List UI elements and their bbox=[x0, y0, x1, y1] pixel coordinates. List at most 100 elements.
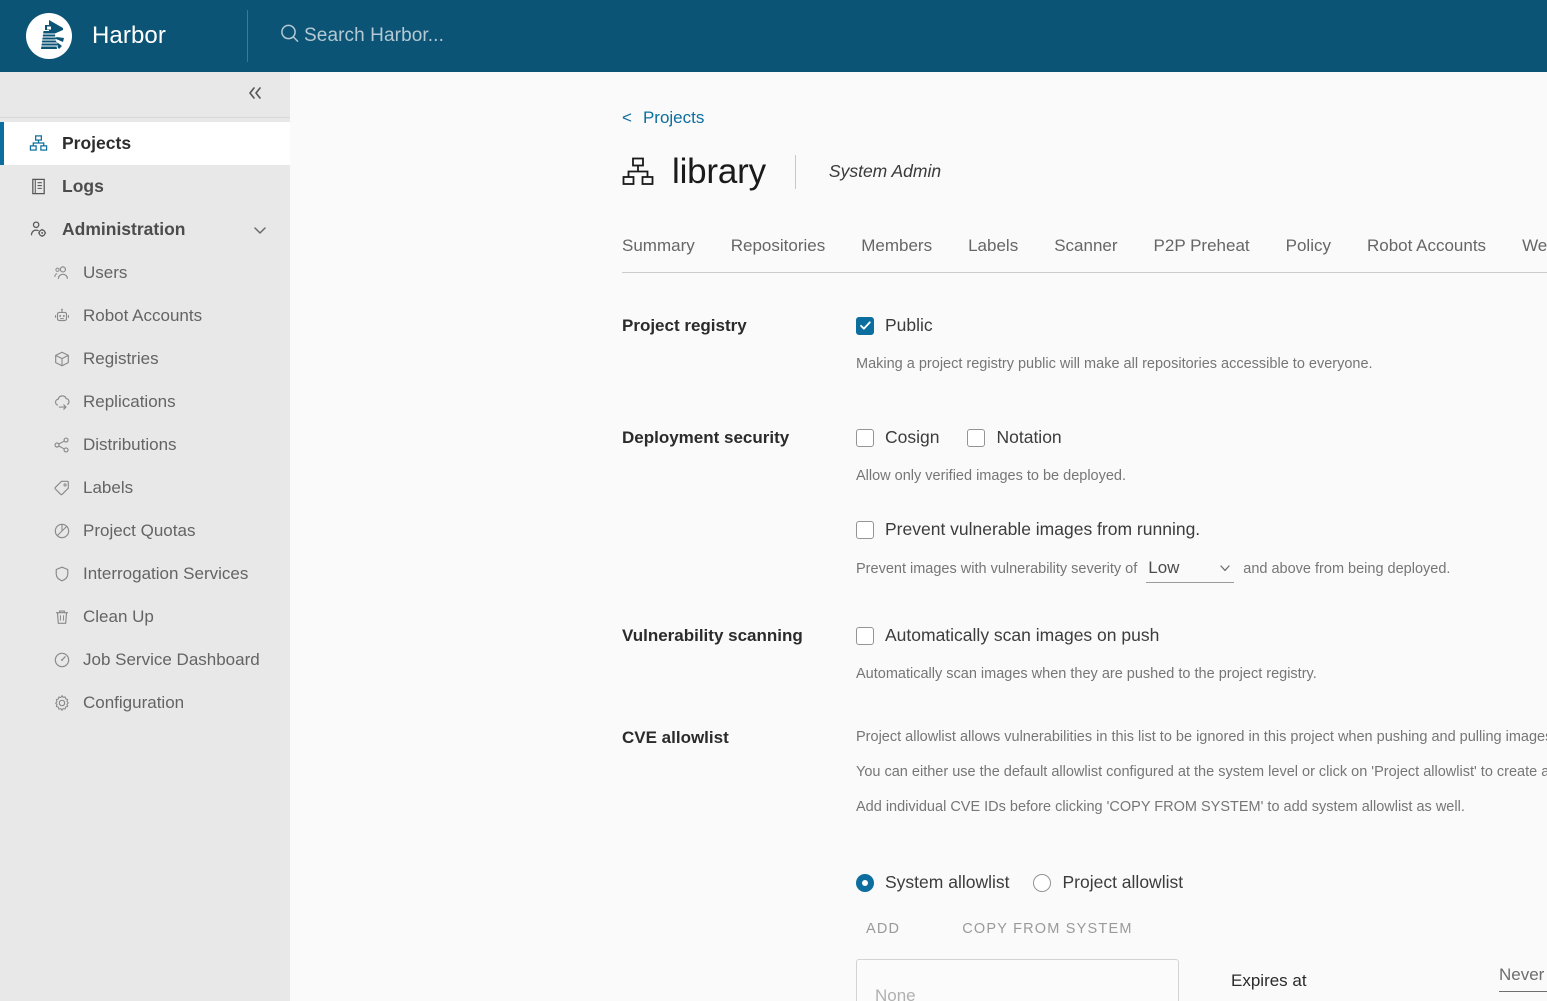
project-allowlist-radio-row[interactable]: Project allowlist bbox=[1033, 872, 1183, 893]
sidebar-item-job-service-dashboard[interactable]: Job Service Dashboard bbox=[0, 638, 290, 681]
sidebar-nav: Projects Logs bbox=[0, 118, 290, 724]
form-row-deployment-security: Deployment security Cosign Notation Allo… bbox=[622, 427, 1547, 583]
project-allowlist-label: Project allowlist bbox=[1062, 872, 1183, 893]
add-button[interactable]: ADD bbox=[856, 915, 910, 943]
sidebar-item-label: Configuration bbox=[83, 693, 184, 713]
projects-icon bbox=[28, 134, 48, 154]
app-header: Harbor Search Harbor... bbox=[0, 0, 1547, 72]
project-registry-label: Project registry bbox=[622, 315, 856, 375]
signature-checkbox-group: Cosign Notation bbox=[856, 427, 1547, 448]
severity-prefix-text: Prevent images with vulnerability severi… bbox=[856, 561, 1137, 577]
breadcrumb[interactable]: < Projects bbox=[290, 72, 704, 128]
trash-icon bbox=[52, 607, 71, 627]
cosign-checkbox-row[interactable]: Cosign bbox=[856, 427, 939, 448]
sidebar-item-label: Projects bbox=[62, 133, 131, 154]
severity-select[interactable]: Low bbox=[1146, 558, 1234, 583]
sidebar-item-replications[interactable]: Replications bbox=[0, 380, 290, 423]
public-checkbox-label: Public bbox=[885, 315, 933, 336]
auto-scan-checkbox[interactable] bbox=[856, 627, 874, 645]
notation-checkbox-row[interactable]: Notation bbox=[967, 427, 1061, 448]
allowlist-textarea[interactable]: None bbox=[856, 959, 1179, 1001]
sidebar-collapse-row bbox=[0, 72, 290, 118]
header-divider bbox=[247, 10, 248, 62]
breadcrumb-label: Projects bbox=[643, 108, 704, 128]
severity-suffix-text: and above from being deployed. bbox=[1243, 561, 1450, 577]
system-allowlist-label: System allowlist bbox=[885, 872, 1009, 893]
sidebar-item-label: Users bbox=[83, 263, 127, 283]
system-allowlist-radio[interactable] bbox=[856, 874, 874, 892]
sidebar-item-registries[interactable]: Registries bbox=[0, 337, 290, 380]
expires-column: Never expires Never expires bbox=[1499, 959, 1547, 1001]
configuration-form: Project registry Public Making a project… bbox=[290, 273, 1547, 1001]
severity-select-value: Low bbox=[1148, 558, 1179, 578]
sidebar-item-clean-up[interactable]: Clean Up bbox=[0, 595, 290, 638]
gauge-icon bbox=[52, 650, 71, 670]
allowlist-source-radios: System allowlist Project allowlist bbox=[856, 872, 1547, 893]
prevent-vulnerable-row[interactable]: Prevent vulnerable images from running. bbox=[856, 519, 1547, 540]
copy-from-system-button[interactable]: COPY FROM SYSTEM bbox=[952, 915, 1142, 943]
auto-scan-label: Automatically scan images on push bbox=[885, 625, 1159, 646]
project-allowlist-radio[interactable] bbox=[1033, 874, 1051, 892]
tab-labels[interactable]: Labels bbox=[968, 236, 1018, 273]
vulnerability-scanning-label: Vulnerability scanning bbox=[622, 625, 856, 685]
sidebar-item-robot-accounts[interactable]: Robot Accounts bbox=[0, 294, 290, 337]
allowlist-actions: ADD COPY FROM SYSTEM bbox=[856, 915, 1547, 943]
tab-policy[interactable]: Policy bbox=[1286, 236, 1331, 273]
vulnerability-scanning-hint: Automatically scan images when they are … bbox=[856, 664, 1547, 685]
project-hierarchy-icon bbox=[622, 156, 654, 188]
users-icon bbox=[52, 263, 71, 283]
sidebar-item-logs[interactable]: Logs bbox=[0, 165, 290, 208]
project-tabs: Summary Repositories Members Labels Scan… bbox=[622, 235, 1547, 273]
tab-summary[interactable]: Summary bbox=[622, 236, 695, 273]
expires-at-label: Expires at bbox=[1231, 959, 1499, 991]
prevent-vulnerable-checkbox[interactable] bbox=[856, 521, 874, 539]
severity-selector-row: Prevent images with vulnerability severi… bbox=[856, 558, 1547, 583]
sidebar-item-users[interactable]: Users bbox=[0, 251, 290, 294]
chevron-down-icon[interactable] bbox=[252, 222, 268, 238]
sidebar-item-projects[interactable]: Projects bbox=[0, 122, 290, 165]
sidebar-item-label: Replications bbox=[83, 392, 176, 412]
prevent-vulnerable-label: Prevent vulnerable images from running. bbox=[885, 519, 1200, 540]
tab-members[interactable]: Members bbox=[861, 236, 932, 273]
tab-robot-accounts[interactable]: Robot Accounts bbox=[1367, 236, 1486, 273]
registry-cube-icon bbox=[52, 349, 71, 369]
sidebar-item-label: Logs bbox=[62, 176, 104, 197]
form-row-project-registry: Project registry Public Making a project… bbox=[622, 315, 1547, 375]
cosign-checkbox[interactable] bbox=[856, 429, 874, 447]
public-checkbox[interactable] bbox=[856, 317, 874, 335]
sidebar-item-label: Job Service Dashboard bbox=[83, 650, 260, 670]
tab-webhooks[interactable]: Webhooks bbox=[1522, 236, 1547, 273]
public-checkbox-row[interactable]: Public bbox=[856, 315, 1547, 336]
sidebar-item-label: Labels bbox=[83, 478, 133, 498]
brand-area[interactable]: Harbor bbox=[0, 0, 246, 72]
cve-allowlist-label: CVE allowlist bbox=[622, 727, 856, 1001]
sidebar-item-administration[interactable]: Administration bbox=[0, 208, 290, 251]
sidebar-item-project-quotas[interactable]: Project Quotas bbox=[0, 509, 290, 552]
search-icon bbox=[278, 22, 302, 51]
project-registry-hint: Making a project registry public will ma… bbox=[856, 354, 1547, 375]
sidebar-item-distributions[interactable]: Distributions bbox=[0, 423, 290, 466]
sidebar-item-labels[interactable]: Labels bbox=[0, 466, 290, 509]
expires-at-input[interactable]: Never expires bbox=[1499, 965, 1547, 992]
tab-scanner[interactable]: Scanner bbox=[1054, 236, 1117, 273]
project-header: library System Admin bbox=[290, 128, 1547, 189]
search-placeholder: Search Harbor... bbox=[304, 25, 444, 47]
double-chevron-left-icon[interactable] bbox=[240, 81, 270, 109]
tab-repositories[interactable]: Repositories bbox=[731, 236, 826, 273]
deployment-security-hint: Allow only verified images to be deploye… bbox=[856, 466, 1547, 487]
quota-pie-icon bbox=[52, 521, 71, 541]
notation-checkbox[interactable] bbox=[967, 429, 985, 447]
tab-p2p-preheat[interactable]: P2P Preheat bbox=[1154, 236, 1250, 273]
search-box[interactable]: Search Harbor... bbox=[278, 0, 444, 72]
sidebar-item-label: Clean Up bbox=[83, 607, 154, 627]
sidebar-item-interrogation-services[interactable]: Interrogation Services bbox=[0, 552, 290, 595]
allowlist-placeholder: None bbox=[875, 986, 916, 1001]
allowlist-entry-row: None Expires at Never expires Never expi… bbox=[856, 959, 1547, 1001]
label-tag-icon bbox=[52, 478, 71, 498]
shield-icon bbox=[52, 564, 71, 584]
system-allowlist-radio-row[interactable]: System allowlist bbox=[856, 872, 1009, 893]
robot-icon bbox=[52, 306, 71, 326]
sidebar-item-label: Interrogation Services bbox=[83, 564, 248, 584]
sidebar-item-configuration[interactable]: Configuration bbox=[0, 681, 290, 724]
auto-scan-row[interactable]: Automatically scan images on push bbox=[856, 625, 1547, 646]
